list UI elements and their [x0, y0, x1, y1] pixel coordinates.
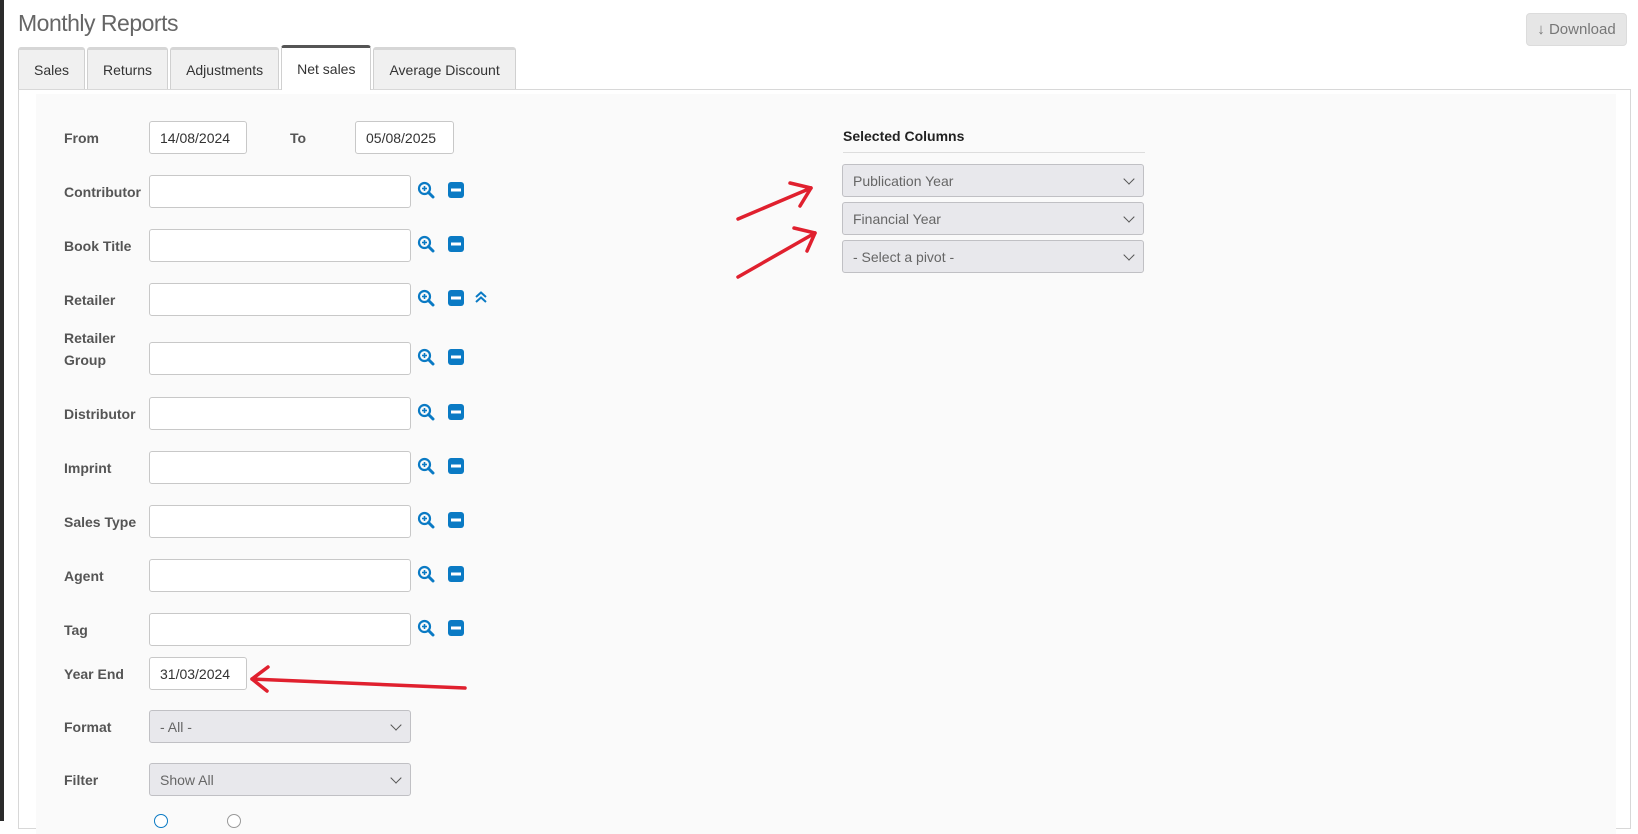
tab-net-sales[interactable]: Net sales	[281, 45, 372, 90]
annotation-layer	[250, 181, 817, 693]
annotation-arrow-icon	[736, 181, 813, 221]
annotation-arrow-icon	[250, 665, 467, 693]
annotation-arrow-icon	[736, 226, 817, 279]
